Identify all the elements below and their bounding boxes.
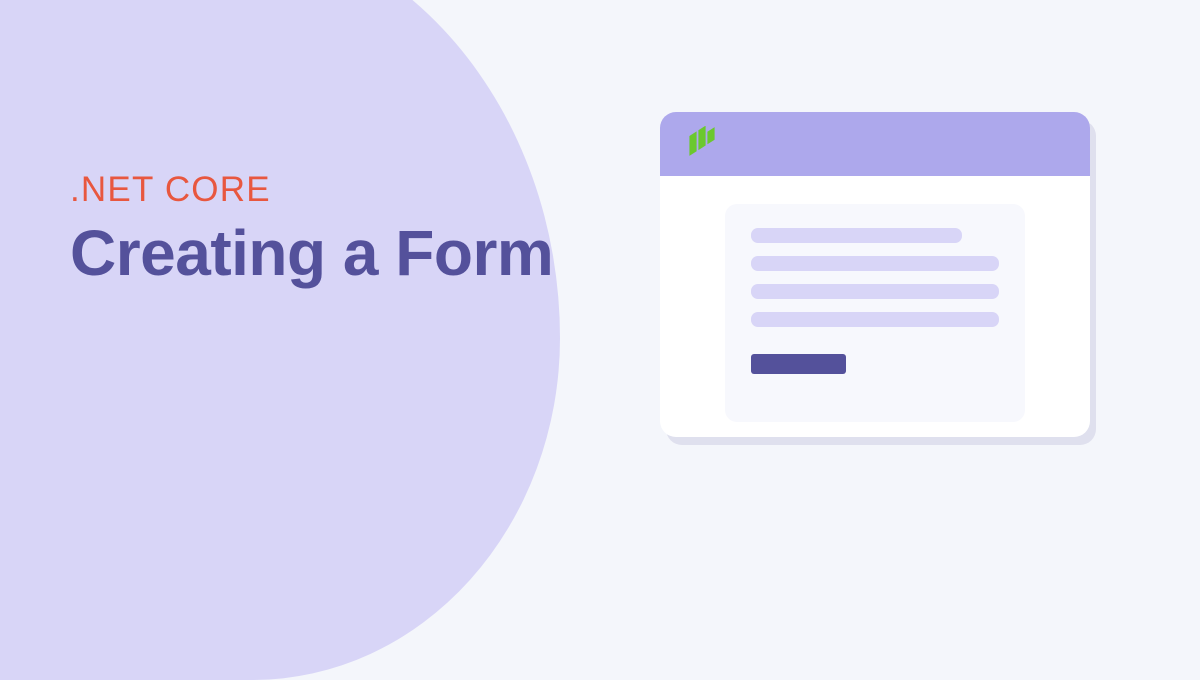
form-field-line	[751, 228, 962, 243]
background-blob	[0, 0, 560, 680]
hero-text: .NET CORE Creating a Form	[70, 170, 553, 290]
browser-window-illustration	[660, 112, 1090, 437]
form-submit-button-illustration	[751, 354, 846, 374]
eyebrow-label: .NET CORE	[70, 170, 553, 210]
browser-titlebar	[660, 112, 1090, 176]
form-card-illustration	[725, 204, 1025, 422]
form-field-line	[751, 284, 999, 299]
form-field-line	[751, 312, 999, 327]
progress-icon	[684, 126, 720, 162]
main-heading: Creating a Form	[70, 218, 553, 290]
form-field-line	[751, 256, 999, 271]
